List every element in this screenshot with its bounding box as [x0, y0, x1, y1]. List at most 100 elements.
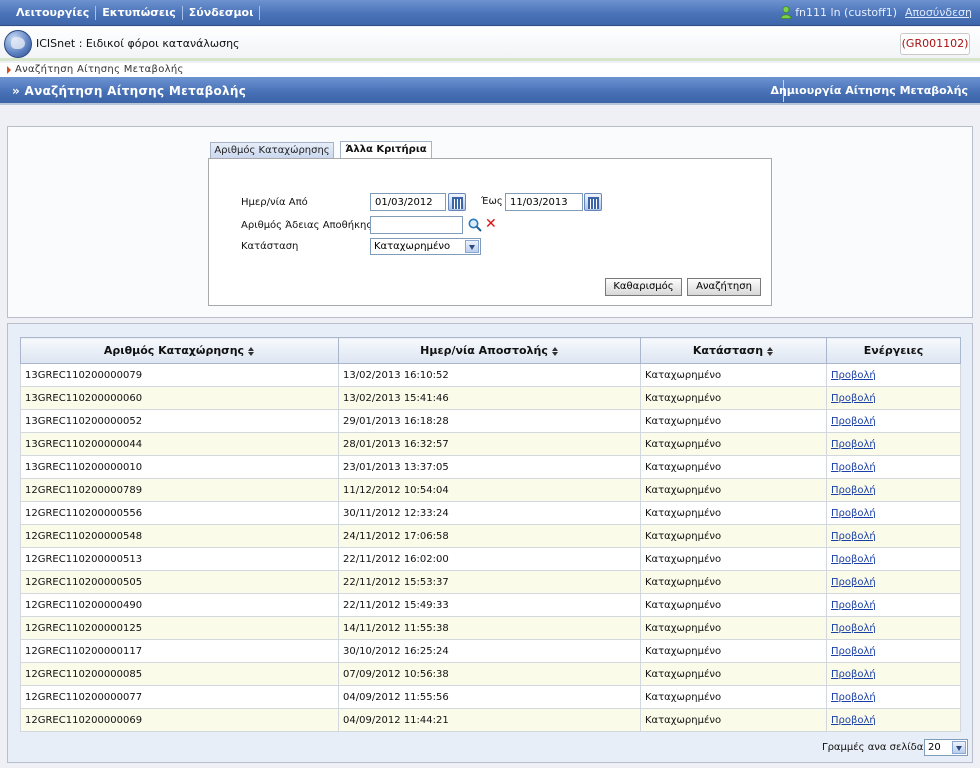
view-link[interactable]: Προβολή: [831, 623, 876, 634]
cell-actions: Προβολή: [826, 639, 961, 663]
sort-arrows-icon: [551, 346, 559, 356]
table-row: 12GREC110200000117 30/10/2012 16:25:24 Κατ…: [20, 639, 961, 663]
cell-registration-number: 12GREC110200000069: [20, 708, 339, 732]
cell-actions: Προβολή: [826, 478, 961, 502]
table-row: 13GREC110200000052 29/01/2013 16:18:28 Κατ…: [20, 409, 961, 433]
col-header-registration-number[interactable]: Αριθμός Καταχώρησης: [20, 337, 339, 364]
menu-functions[interactable]: Λειτουργίες: [10, 6, 97, 20]
user-icon: [780, 6, 792, 19]
calendar-icon[interactable]: [448, 193, 466, 211]
col-header-status[interactable]: Κατάσταση: [640, 337, 827, 364]
create-request-link[interactable]: Δημιουργία Αίτησης Μεταβολής: [770, 84, 968, 97]
view-link[interactable]: Προβολή: [831, 508, 876, 519]
sort-arrows-icon: [248, 346, 255, 356]
cell-send-date: 29/01/2013 16:18:28: [338, 409, 641, 433]
view-link[interactable]: Προβολή: [831, 646, 876, 657]
search-button[interactable]: Αναζήτηση: [687, 278, 761, 296]
rows-per-page-value: 20: [928, 742, 941, 753]
view-link[interactable]: Προβολή: [831, 600, 876, 611]
col-header-label: Ενέργειες: [863, 344, 924, 357]
view-link[interactable]: Προβολή: [831, 715, 876, 726]
view-link[interactable]: Προβολή: [831, 439, 876, 450]
table-row: 12GREC110200000789 11/12/2012 10:54:04 Κατ…: [20, 478, 961, 502]
cell-actions: Προβολή: [826, 409, 961, 433]
page-title: » Αναζήτηση Αίτησης Μεταβολής: [12, 84, 247, 98]
menu-links[interactable]: Σύνδεσμοι: [183, 6, 261, 20]
cell-status: Καταχωρημένο: [640, 639, 827, 663]
cell-actions: Προβολή: [826, 455, 961, 479]
table-row: 13GREC110200000010 23/01/2013 13:37:05 Κατ…: [20, 455, 961, 479]
cell-status: Καταχωρημένο: [640, 386, 827, 410]
col-header-send-date[interactable]: Ημερ/νία Αποστολής: [338, 337, 641, 364]
table-row: 12GREC110200000548 24/11/2012 17:06:58 Κατ…: [20, 524, 961, 548]
cell-actions: Προβολή: [826, 662, 961, 686]
rows-per-page-label: Γραμμές ανα σελίδα:: [822, 742, 927, 753]
permit-number-label: Αριθμός Άδειας Αποθήκης: [241, 220, 373, 231]
col-header-label: Αριθμός Καταχώρησης: [103, 344, 245, 357]
status-label: Κατάσταση: [241, 241, 299, 252]
cell-status: Καταχωρημένο: [640, 616, 827, 640]
date-from-input[interactable]: [370, 193, 446, 211]
user-name: fn111 ln (custoff1): [795, 6, 898, 19]
date-to-input[interactable]: [505, 193, 583, 211]
cell-actions: Προβολή: [826, 386, 961, 410]
clear-button[interactable]: Καθαρισμός: [605, 278, 682, 296]
permit-number-input[interactable]: [370, 216, 463, 234]
view-link[interactable]: Προβολή: [831, 416, 876, 427]
cell-send-date: 22/11/2012 16:02:00: [338, 547, 641, 571]
clear-x-icon[interactable]: ✕: [485, 217, 498, 231]
cell-actions: Προβολή: [826, 593, 961, 617]
magnifier-icon[interactable]: [468, 218, 482, 232]
breadcrumb-current[interactable]: Αναζήτηση Αίτησης Μεταβολής: [15, 64, 184, 75]
view-link[interactable]: Προβολή: [831, 531, 876, 542]
cell-send-date: 13/02/2013 16:10:52: [338, 363, 641, 387]
menu-prints[interactable]: Εκτυπώσεις: [96, 6, 183, 20]
app-title: ICISnet : Ειδικοί φόροι κατανάλωσης: [36, 37, 240, 50]
cell-send-date: 07/09/2012 10:56:38: [338, 662, 641, 686]
cell-actions: Προβολή: [826, 547, 961, 571]
view-link[interactable]: Προβολή: [831, 370, 876, 381]
table-row: 13GREC110200000060 13/02/2013 15:41:46 Κατ…: [20, 386, 961, 410]
office-code-badge: (GR001102): [900, 33, 970, 55]
view-link[interactable]: Προβολή: [831, 393, 876, 404]
cell-actions: Προβολή: [826, 363, 961, 387]
cell-actions: Προβολή: [826, 708, 961, 732]
cell-registration-number: 12GREC110200000556: [20, 501, 339, 525]
cell-status: Καταχωρημένο: [640, 547, 827, 571]
table-row: 12GREC110200000069 04/09/2012 11:44:21 Κατ…: [20, 708, 961, 732]
view-link[interactable]: Προβολή: [831, 669, 876, 680]
table-header-row: Αριθμός Καταχώρησης Ημερ/νία Αποστολής Κ…: [20, 337, 961, 364]
cell-send-date: 11/12/2012 10:54:04: [338, 478, 641, 502]
view-link[interactable]: Προβολή: [831, 462, 876, 473]
logout-link[interactable]: Αποσύνδεση: [905, 6, 972, 19]
view-link[interactable]: Προβολή: [831, 485, 876, 496]
cell-send-date: 22/11/2012 15:49:33: [338, 593, 641, 617]
table-row: 12GREC110200000085 07/09/2012 10:56:38 Κατ…: [20, 662, 961, 686]
breadcrumb: Αναζήτηση Αίτησης Μεταβολής: [0, 63, 980, 77]
cell-actions: Προβολή: [826, 616, 961, 640]
rows-per-page-select[interactable]: 20: [924, 739, 968, 756]
cell-status: Καταχωρημένο: [640, 478, 827, 502]
cell-registration-number: 12GREC110200000548: [20, 524, 339, 548]
cell-registration-number: 12GREC110200000513: [20, 547, 339, 571]
status-select-value: Καταχωρημένο: [374, 241, 451, 252]
tab-other-criteria[interactable]: Άλλα Κριτήρια: [340, 141, 432, 159]
table-row: 12GREC110200000505 22/11/2012 15:53:37 Κατ…: [20, 570, 961, 594]
view-link[interactable]: Προβολή: [831, 692, 876, 703]
cell-status: Καταχωρημένο: [640, 570, 827, 594]
table-row: 12GREC110200000490 22/11/2012 15:49:33 Κατ…: [20, 593, 961, 617]
cell-registration-number: 13GREC110200000044: [20, 432, 339, 456]
tab-registration-number[interactable]: Αριθμός Καταχώρησης: [210, 142, 334, 159]
cell-actions: Προβολή: [826, 501, 961, 525]
cell-status: Καταχωρημένο: [640, 455, 827, 479]
calendar-icon[interactable]: [584, 193, 602, 211]
status-select[interactable]: Καταχωρημένο: [370, 238, 481, 255]
top-menu: Λειτουργίες Εκτυπώσεις Σύνδεσμοι: [10, 6, 261, 20]
date-to-label: Έως: [481, 196, 503, 207]
cell-status: Καταχωρημένο: [640, 685, 827, 709]
cell-status: Καταχωρημένο: [640, 409, 827, 433]
view-link[interactable]: Προβολή: [831, 577, 876, 588]
cell-registration-number: 12GREC110200000505: [20, 570, 339, 594]
view-link[interactable]: Προβολή: [831, 554, 876, 565]
cell-registration-number: 12GREC110200000789: [20, 478, 339, 502]
